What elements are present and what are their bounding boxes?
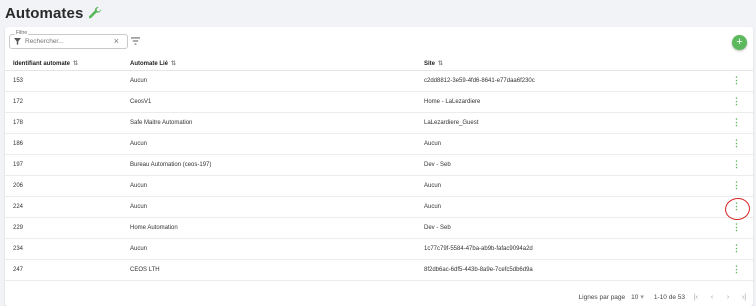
clear-icon[interactable]: × bbox=[114, 37, 119, 46]
cell-site: LaLezardiere_Guest bbox=[416, 112, 716, 134]
cell-site: 8f2db6ac-6df5-443b-8a9e-7cefc5db6d9a bbox=[416, 259, 716, 281]
more-vert-icon[interactable]: ⋮ bbox=[732, 201, 741, 211]
page-title: Automates bbox=[5, 4, 84, 22]
first-page-icon[interactable]: |‹ bbox=[691, 294, 701, 301]
cell-id: 186 bbox=[5, 133, 122, 155]
sort-icon[interactable]: ⇅ bbox=[73, 61, 78, 67]
cell-id: 178 bbox=[5, 112, 122, 134]
wrench-icon bbox=[89, 6, 102, 19]
cell-actions: ⋮ bbox=[716, 196, 753, 218]
cell-linked: Aucun bbox=[122, 196, 416, 218]
cell-id: 224 bbox=[5, 196, 122, 218]
table-toolbar: Filtre × + bbox=[5, 27, 753, 57]
automates-card: Filtre × + Identifiant automate⇅ Automat… bbox=[5, 27, 753, 306]
previous-page-icon[interactable]: ‹ bbox=[707, 294, 717, 301]
last-page-icon[interactable]: ›| bbox=[739, 294, 749, 301]
table-row: 197 Bureau Automation (ceos-197) Dev - S… bbox=[5, 154, 753, 176]
sort-icon[interactable]: ⇅ bbox=[171, 61, 176, 67]
cell-id: 172 bbox=[5, 91, 122, 113]
cell-site: Dev - Seb bbox=[416, 154, 716, 176]
page-header: Automates bbox=[5, 2, 103, 24]
cell-actions: ⋮ bbox=[716, 154, 753, 176]
cell-linked: CEOS LTH bbox=[122, 259, 416, 281]
table-row: 172 CeosV1 Home - LaLezardiere ⋮ bbox=[5, 91, 753, 113]
sort-icon[interactable]: ⇅ bbox=[438, 61, 443, 67]
table-row: 206 Aucun Aucun ⋮ bbox=[5, 175, 753, 197]
table-row: 247 CEOS LTH 8f2db6ac-6df5-443b-8a9e-7ce… bbox=[5, 259, 753, 281]
automates-table: Identifiant automate ⇅ Automate Lié ⇅ Site… bbox=[5, 57, 753, 281]
cell-linked: Bureau Automation (ceos-197) bbox=[122, 154, 416, 176]
cell-site: Aucun bbox=[416, 133, 716, 155]
rows-per-page-value: 10 bbox=[631, 293, 639, 301]
funnel-icon bbox=[14, 38, 21, 45]
table-header-row: Identifiant automate ⇅ Automate Lié ⇅ Site… bbox=[5, 57, 753, 71]
cell-site: Home - LaLezardiere bbox=[416, 91, 716, 113]
table-row: 234 Aucun 1c77c79f-5584-47ba-ab9b-fafac9… bbox=[5, 238, 753, 260]
pagination-bar: Lignes par page 10 ▾ 1-10 de 53 |‹ ‹ › ›… bbox=[5, 288, 753, 306]
rows-per-page-label: Lignes par page bbox=[578, 293, 626, 301]
more-vert-icon[interactable]: ⋮ bbox=[732, 96, 741, 106]
cell-actions: ⋮ bbox=[716, 175, 753, 197]
cell-id: 153 bbox=[5, 70, 122, 92]
cell-id: 206 bbox=[5, 175, 122, 197]
pagination-range: 1-10 de 53 bbox=[653, 293, 685, 301]
cell-site: 1c77c79f-5584-47ba-ab9b-fafac9094a2d bbox=[416, 238, 716, 260]
more-vert-icon[interactable]: ⋮ bbox=[732, 159, 741, 169]
cell-actions: ⋮ bbox=[716, 91, 753, 113]
cell-actions: ⋮ bbox=[716, 133, 753, 155]
more-vert-icon[interactable]: ⋮ bbox=[732, 117, 741, 127]
cell-linked: CeosV1 bbox=[122, 91, 416, 113]
more-vert-icon[interactable]: ⋮ bbox=[732, 180, 741, 190]
add-automate-button[interactable]: + bbox=[732, 35, 747, 50]
table-row: 178 Safe Maitre Automation LaLezardiere_… bbox=[5, 112, 753, 134]
cell-linked: Safe Maitre Automation bbox=[122, 112, 416, 134]
cell-actions: ⋮ bbox=[716, 112, 753, 134]
filter-field[interactable]: Filtre × bbox=[9, 29, 128, 49]
cell-site: Aucun bbox=[416, 196, 716, 218]
cell-linked: Aucun bbox=[122, 175, 416, 197]
cell-id: 247 bbox=[5, 259, 122, 281]
table-row: 224 Aucun Aucun ⋮ bbox=[5, 196, 753, 218]
table-row: 186 Aucun Aucun ⋮ bbox=[5, 133, 753, 155]
cell-actions: ⋮ bbox=[716, 238, 753, 260]
filter-legend: Filtre bbox=[15, 29, 29, 37]
column-header-site[interactable]: Site ⇅ bbox=[416, 57, 716, 71]
cell-linked: Aucun bbox=[122, 70, 416, 92]
more-vert-icon[interactable]: ⋮ bbox=[732, 243, 741, 253]
cell-actions: ⋮ bbox=[716, 217, 753, 239]
column-header-id[interactable]: Identifiant automate ⇅ bbox=[5, 57, 122, 71]
cell-linked: Aucun bbox=[122, 133, 416, 155]
cell-linked: Aucun bbox=[122, 238, 416, 260]
cell-id: 234 bbox=[5, 238, 122, 260]
cell-site: c2dd8812-3e59-4fd6-8641-e77daa6f230c bbox=[416, 70, 716, 92]
more-vert-icon[interactable]: ⋮ bbox=[732, 75, 741, 85]
search-input[interactable] bbox=[25, 38, 99, 45]
column-header-linked[interactable]: Automate Lié ⇅ bbox=[122, 57, 416, 71]
cell-site: Dev - Seb bbox=[416, 217, 716, 239]
cell-id: 229 bbox=[5, 217, 122, 239]
column-header-actions bbox=[716, 57, 753, 71]
more-vert-icon[interactable]: ⋮ bbox=[732, 138, 741, 148]
rows-per-page-select[interactable]: 10 ▾ bbox=[631, 293, 644, 302]
table-row: 153 Aucun c2dd8812-3e59-4fd6-8641-e77daa… bbox=[5, 70, 753, 92]
filter-list-icon[interactable] bbox=[131, 37, 140, 45]
cell-actions: ⋮ bbox=[716, 259, 753, 281]
caret-down-icon: ▾ bbox=[640, 294, 644, 301]
cell-id: 197 bbox=[5, 154, 122, 176]
next-page-icon[interactable]: › bbox=[723, 294, 733, 301]
more-vert-icon[interactable]: ⋮ bbox=[732, 264, 741, 274]
cell-site: Aucun bbox=[416, 175, 716, 197]
more-vert-icon[interactable]: ⋮ bbox=[732, 222, 741, 232]
cell-linked: Home Automation bbox=[122, 217, 416, 239]
table-row: 229 Home Automation Dev - Seb ⋮ bbox=[5, 217, 753, 239]
cell-actions: ⋮ bbox=[716, 70, 753, 92]
